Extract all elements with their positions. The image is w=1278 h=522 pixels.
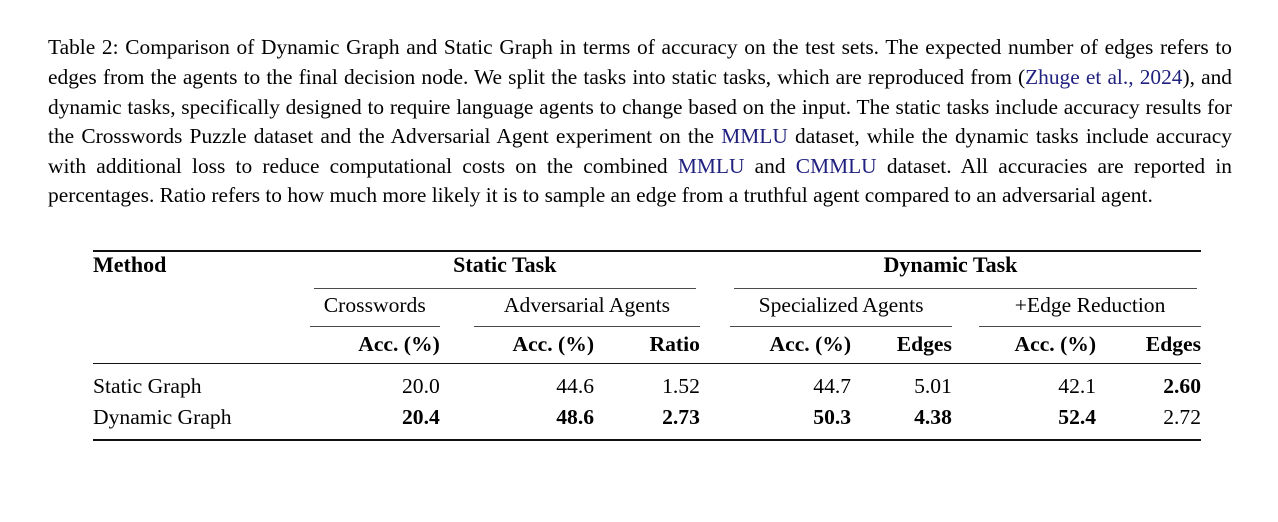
sub-header-row: Crosswords Adversarial Agents Specialize… [93,289,1201,322]
subheader-spacer-method [93,289,310,322]
colheader-adversarial-acc: Acc. (%) [512,332,595,356]
results-table: Method Static Task Dynamic Task Crosswor… [93,250,1201,441]
citation-link-1[interactable]: Zhuge et al., 2024 [1025,65,1182,89]
colheader-specialized-edges: Edges [896,332,952,356]
table-bottomrule-row [93,431,1201,441]
citation-link-7[interactable]: CMMLU [796,154,877,178]
cell-gap-a-r0 [440,364,474,400]
cell-dynamic-adversarial-acc: 48.6 [556,405,595,429]
cell-static-specialized-acc: 44.7 [813,374,852,398]
cell-gap-b-r0 [700,364,730,400]
cell-dynamic-edgereduction-acc: 52.4 [1058,405,1097,429]
colheader-spacer-method [93,327,310,363]
table-bottomrule [93,431,1201,441]
cell-dynamic-adversarial-ratio: 2.73 [662,405,700,429]
column-header-row: Acc. (%) Acc. (%) Ratio Acc. (%) Edges A… [93,327,1201,363]
group-header-static-task: Static Task [453,252,557,277]
cell-dynamic-specialized-acc: 50.3 [813,405,852,429]
subheader-crosswords: Crosswords [323,293,426,317]
subheader-specialized-agents: Specialized Agents [758,293,924,317]
table-container: Method Static Task Dynamic Task Crosswor… [93,250,1201,441]
cell-gap-b-r1 [700,400,730,431]
subheader-gap-c [952,289,979,322]
cell-gap-c-r1 [952,400,979,431]
cell-dynamic-crosswords-acc: 20.4 [402,405,440,429]
citation-link-5[interactable]: MMLU [678,154,745,178]
colheader-specialized-acc: Acc. (%) [769,332,852,356]
cell-static-crosswords-acc: 20.0 [402,374,440,398]
group-header-dynamic-task: Dynamic Task [883,252,1018,277]
table-caption: Table 2: Comparison of Dynamic Graph and… [48,33,1232,211]
group-header-row: Method Static Task Dynamic Task [93,252,1201,283]
subheader-adversarial-agents: Adversarial Agents [503,293,671,317]
subheader-gap-a [440,289,474,322]
colheader-gap-c [952,327,979,363]
colheader-edgereduction-acc: Acc. (%) [1014,332,1097,356]
subheader-edge-reduction: +Edge Reduction [1014,293,1166,317]
cell-static-specialized-edges: 5.01 [914,374,952,398]
subheader-gap-b [700,289,730,322]
colheader-crosswords-acc: Acc. (%) [358,332,440,356]
colheader-edgereduction-edges: Edges [1145,332,1201,356]
paper-table-figure: Table 2: Comparison of Dynamic Graph and… [0,0,1278,522]
citation-link-3[interactable]: MMLU [721,124,788,148]
colheader-gap-b [700,327,730,363]
cell-static-edgereduction-edges: 2.60 [1163,374,1201,398]
caption-text-6: and [744,153,796,178]
row-label-dynamic-graph: Dynamic Graph [93,405,232,429]
cell-static-adversarial-ratio: 1.52 [662,374,700,398]
row-label-static-graph: Static Graph [93,374,202,398]
header-method: Method [93,252,167,277]
colheader-gap-a [440,327,474,363]
table-row: Dynamic Graph 20.4 48.6 2.73 50.3 4.38 5… [93,400,1201,431]
cell-static-edgereduction-acc: 42.1 [1058,374,1097,398]
table-row: Static Graph 20.0 44.6 1.52 44.7 5.01 42… [93,364,1201,400]
cell-dynamic-edgereduction-edges: 2.72 [1163,405,1201,429]
cell-dynamic-specialized-edges: 4.38 [914,405,952,429]
cell-gap-a-r1 [440,400,474,431]
cell-gap-c-r0 [952,364,979,400]
cell-static-adversarial-acc: 44.6 [556,374,595,398]
colheader-adversarial-ratio: Ratio [649,332,700,356]
